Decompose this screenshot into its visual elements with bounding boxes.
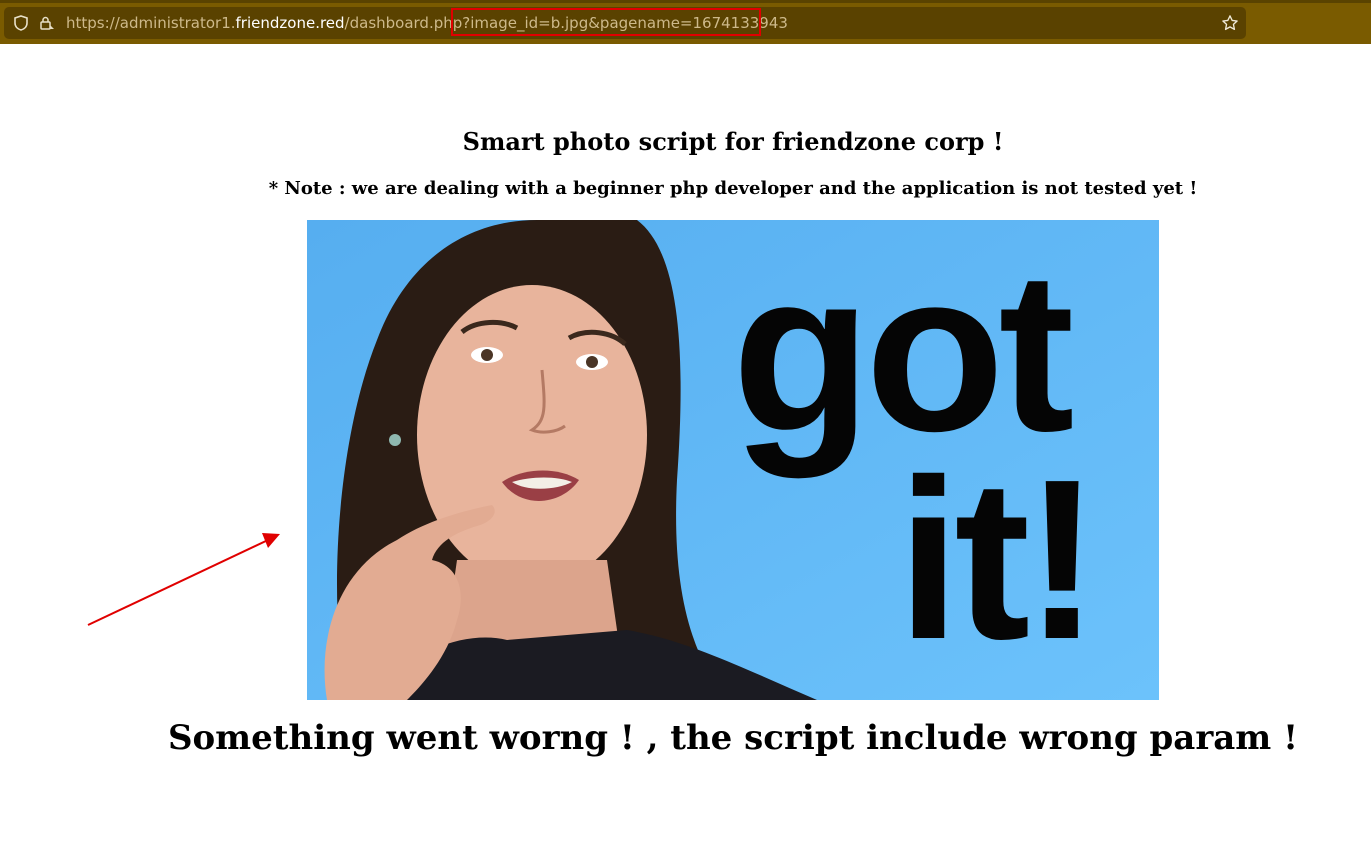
star-icon[interactable] — [1218, 7, 1242, 39]
url-host: friendzone.red — [235, 14, 345, 32]
url-path: /dashboard.php — [344, 14, 463, 32]
lock-icon[interactable] — [38, 7, 56, 39]
dashboard-photo: got it! — [307, 220, 1159, 700]
photo-text-it: it! — [897, 433, 1100, 687]
photo-text-got: got — [732, 225, 1074, 479]
shield-icon[interactable] — [12, 7, 30, 39]
error-message: Something went worng ! , the script incl… — [167, 718, 1299, 758]
page-note: * Note : we are dealing with a beginner … — [268, 178, 1198, 199]
url-prefix: https://administrator1. — [66, 14, 236, 32]
toolbar-top-border — [0, 0, 1371, 3]
page-title: Smart photo script for friendzone corp ! — [462, 127, 1004, 156]
url-query-highlight-box — [451, 8, 761, 36]
browser-toolbar: https://administrator1.friendzone.red/da… — [0, 0, 1371, 44]
